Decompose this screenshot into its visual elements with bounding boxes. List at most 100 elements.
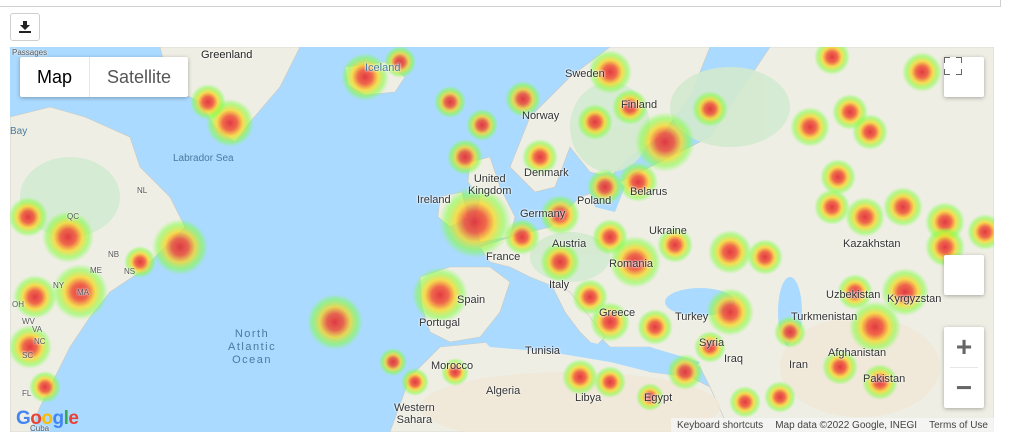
street-view-pegman[interactable] xyxy=(944,255,984,295)
label-romania: Romania xyxy=(609,258,654,270)
zoom-in-button[interactable]: + xyxy=(944,327,984,367)
uk-line-2: Kingdom xyxy=(468,185,512,197)
label-nc: NC xyxy=(34,337,46,346)
label-afghanistan: Afghanistan xyxy=(828,347,887,359)
heat-point xyxy=(152,219,208,275)
heat-point xyxy=(577,104,613,140)
keyboard-shortcuts-link[interactable]: Keyboard shortcuts xyxy=(677,420,763,431)
heat-point xyxy=(708,230,752,274)
label-greece: Greece xyxy=(599,307,636,319)
label-france: France xyxy=(486,251,521,263)
label-portugal: Portugal xyxy=(419,317,460,329)
label-denmark: Denmark xyxy=(524,167,569,179)
label-belarus: Belarus xyxy=(630,186,668,198)
label-iraq: Iraq xyxy=(724,353,743,365)
label-tunisia: Tunisia xyxy=(525,345,561,357)
uk-line-1: United xyxy=(473,173,506,185)
zoom-out-button[interactable]: − xyxy=(944,368,984,408)
heat-point xyxy=(764,381,796,413)
label-labrador-sea: Labrador Sea xyxy=(173,153,234,164)
download-icon xyxy=(19,21,31,33)
ocean-line-2: Atlantic xyxy=(228,341,277,353)
heat-point xyxy=(13,275,57,319)
heat-point xyxy=(401,368,429,396)
ocean-line-3: Ocean xyxy=(232,354,272,366)
top-divider xyxy=(0,0,1001,7)
label-iceland: Iceland xyxy=(365,62,401,74)
heat-point xyxy=(190,84,226,120)
label-uzbekistan: Uzbekistan xyxy=(826,289,881,301)
label-italy: Italy xyxy=(549,279,570,291)
label-syria: Syria xyxy=(699,337,725,349)
heat-point xyxy=(379,348,407,376)
heat-point xyxy=(729,386,761,418)
label-morocco: Morocco xyxy=(431,360,474,372)
heat-point xyxy=(883,187,923,227)
label-kyrgyzstan: Kyrgyzstan xyxy=(887,293,942,305)
label-egypt: Egypt xyxy=(644,392,673,404)
label-kazakhstan: Kazakhstan xyxy=(843,238,901,250)
terms-of-use-link[interactable]: Terms of Use xyxy=(929,420,988,431)
heat-point xyxy=(845,197,885,237)
label-pakistan: Pakistan xyxy=(863,373,906,385)
heat-point xyxy=(307,294,363,350)
label-me: ME xyxy=(90,266,102,275)
label-nl: NL xyxy=(137,186,148,195)
label-germany: Germany xyxy=(520,208,566,220)
map-type-map-button[interactable]: Map xyxy=(20,57,89,97)
ws-line-2: Sahara xyxy=(396,414,433,426)
heat-point xyxy=(466,109,498,141)
heat-point xyxy=(10,325,52,369)
heat-point xyxy=(692,91,728,127)
heat-point xyxy=(747,239,783,275)
heat-point xyxy=(902,52,942,92)
fullscreen-button[interactable] xyxy=(944,57,984,97)
heat-point xyxy=(852,114,888,150)
heat-point xyxy=(341,53,389,101)
map-data-text: Map data ©2022 Google, INEGI xyxy=(775,419,918,431)
heat-point xyxy=(820,159,856,195)
heat-point xyxy=(790,107,830,147)
heat-point xyxy=(29,371,61,403)
label-fl: FL xyxy=(22,389,32,398)
map-type-control: Map Satellite xyxy=(20,57,189,97)
zoom-control: + − xyxy=(944,327,984,408)
label-qc: QC xyxy=(67,212,79,221)
label-nb: NB xyxy=(108,250,120,259)
label-bay: Bay xyxy=(10,126,28,137)
label-passages: Passages xyxy=(12,48,48,57)
label-turkey: Turkey xyxy=(675,311,709,323)
heat-point xyxy=(447,139,483,175)
download-button[interactable] xyxy=(10,13,40,41)
label-sweden: Sweden xyxy=(565,68,605,80)
label-algeria: Algeria xyxy=(486,385,521,397)
heat-point xyxy=(706,288,754,336)
label-united-kingdom: United Kingdom xyxy=(468,173,511,197)
map-attribution: Keyboard shortcuts Map data ©2022 Google… xyxy=(671,418,994,432)
heat-point xyxy=(814,189,850,225)
fullscreen-icon xyxy=(944,57,962,75)
label-iran: Iran xyxy=(789,359,808,371)
google-logo[interactable]: Google xyxy=(16,408,79,430)
label-va: VA xyxy=(32,325,43,334)
label-turkmenistan: Turkmenistan xyxy=(791,311,858,323)
label-ns: NS xyxy=(124,267,136,276)
label-greenland: Greenland xyxy=(201,49,253,61)
heatmap-map[interactable]: Passages Greenland Iceland Bay Labrador … xyxy=(10,47,994,432)
label-sc: SC xyxy=(22,351,34,360)
label-spain: Spain xyxy=(457,294,486,306)
heat-point xyxy=(667,354,703,390)
label-libya: Libya xyxy=(575,392,602,404)
label-norway: Norway xyxy=(522,110,560,122)
heat-point xyxy=(504,219,540,255)
label-ireland: Ireland xyxy=(417,194,451,206)
heat-point xyxy=(637,309,673,345)
label-finland: Finland xyxy=(621,99,658,111)
label-north-atlantic-ocean: North Atlantic Ocean xyxy=(228,328,276,367)
label-ny: NY xyxy=(53,281,65,290)
ocean-line-1: North xyxy=(234,328,270,340)
heat-point xyxy=(562,359,598,395)
heat-point xyxy=(849,301,901,353)
map-type-satellite-button[interactable]: Satellite xyxy=(89,57,188,97)
ws-line-1: Western xyxy=(394,402,435,414)
